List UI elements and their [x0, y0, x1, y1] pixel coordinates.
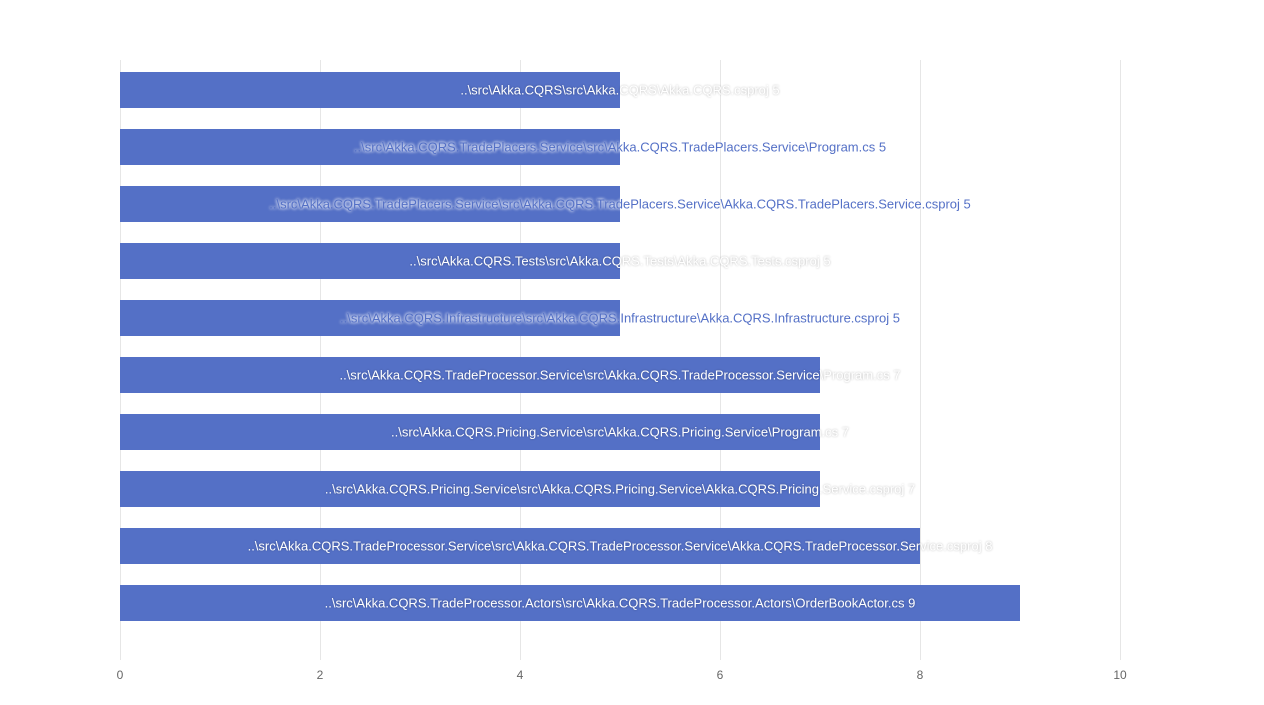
bar-row: ..\src\Akka.CQRS.Pricing.Service\src\Akk…	[120, 471, 1120, 507]
bar-row: ..\src\Akka.CQRS.Pricing.Service\src\Akk…	[120, 414, 1120, 450]
x-axis-tick-label: 6	[717, 668, 724, 682]
bar-row: ..\src\Akka.CQRS.TradeProcessor.Service\…	[120, 357, 1120, 393]
bar[interactable]	[120, 72, 620, 108]
bar-row: ..\src\Akka.CQRS.TradeProcessor.Actors\s…	[120, 585, 1120, 621]
bar[interactable]	[120, 243, 620, 279]
bar-row: ..\src\Akka.CQRS.TradeProcessor.Service\…	[120, 528, 1120, 564]
x-axis-tick-label: 4	[517, 668, 524, 682]
bars-container: ..\src\Akka.CQRS\src\Akka.CQRS\Akka.CQRS…	[120, 60, 1120, 660]
bar[interactable]	[120, 357, 820, 393]
bar[interactable]	[120, 528, 920, 564]
bar[interactable]	[120, 585, 1020, 621]
x-axis-tick-label: 2	[317, 668, 324, 682]
x-axis-tick-label: 8	[917, 668, 924, 682]
bar[interactable]	[120, 471, 820, 507]
x-gridline	[1120, 60, 1121, 660]
bar[interactable]	[120, 300, 620, 336]
bar[interactable]	[120, 186, 620, 222]
bar[interactable]	[120, 129, 620, 165]
x-axis-tick-label: 10	[1113, 668, 1126, 682]
bar-row: ..\src\Akka.CQRS.TradePlacers.Service\sr…	[120, 129, 1120, 165]
bar-row: ..\src\Akka.CQRS\src\Akka.CQRS\Akka.CQRS…	[120, 72, 1120, 108]
bar[interactable]	[120, 414, 820, 450]
x-axis-tick-label: 0	[117, 668, 124, 682]
bar-row: ..\src\Akka.CQRS.Tests\src\Akka.CQRS.Tes…	[120, 243, 1120, 279]
chart-plot-area: ..\src\Akka.CQRS\src\Akka.CQRS\Akka.CQRS…	[120, 60, 1120, 660]
bar-row: ..\src\Akka.CQRS.TradePlacers.Service\sr…	[120, 186, 1120, 222]
bar-row: ..\src\Akka.CQRS.Infrastructure\src\Akka…	[120, 300, 1120, 336]
